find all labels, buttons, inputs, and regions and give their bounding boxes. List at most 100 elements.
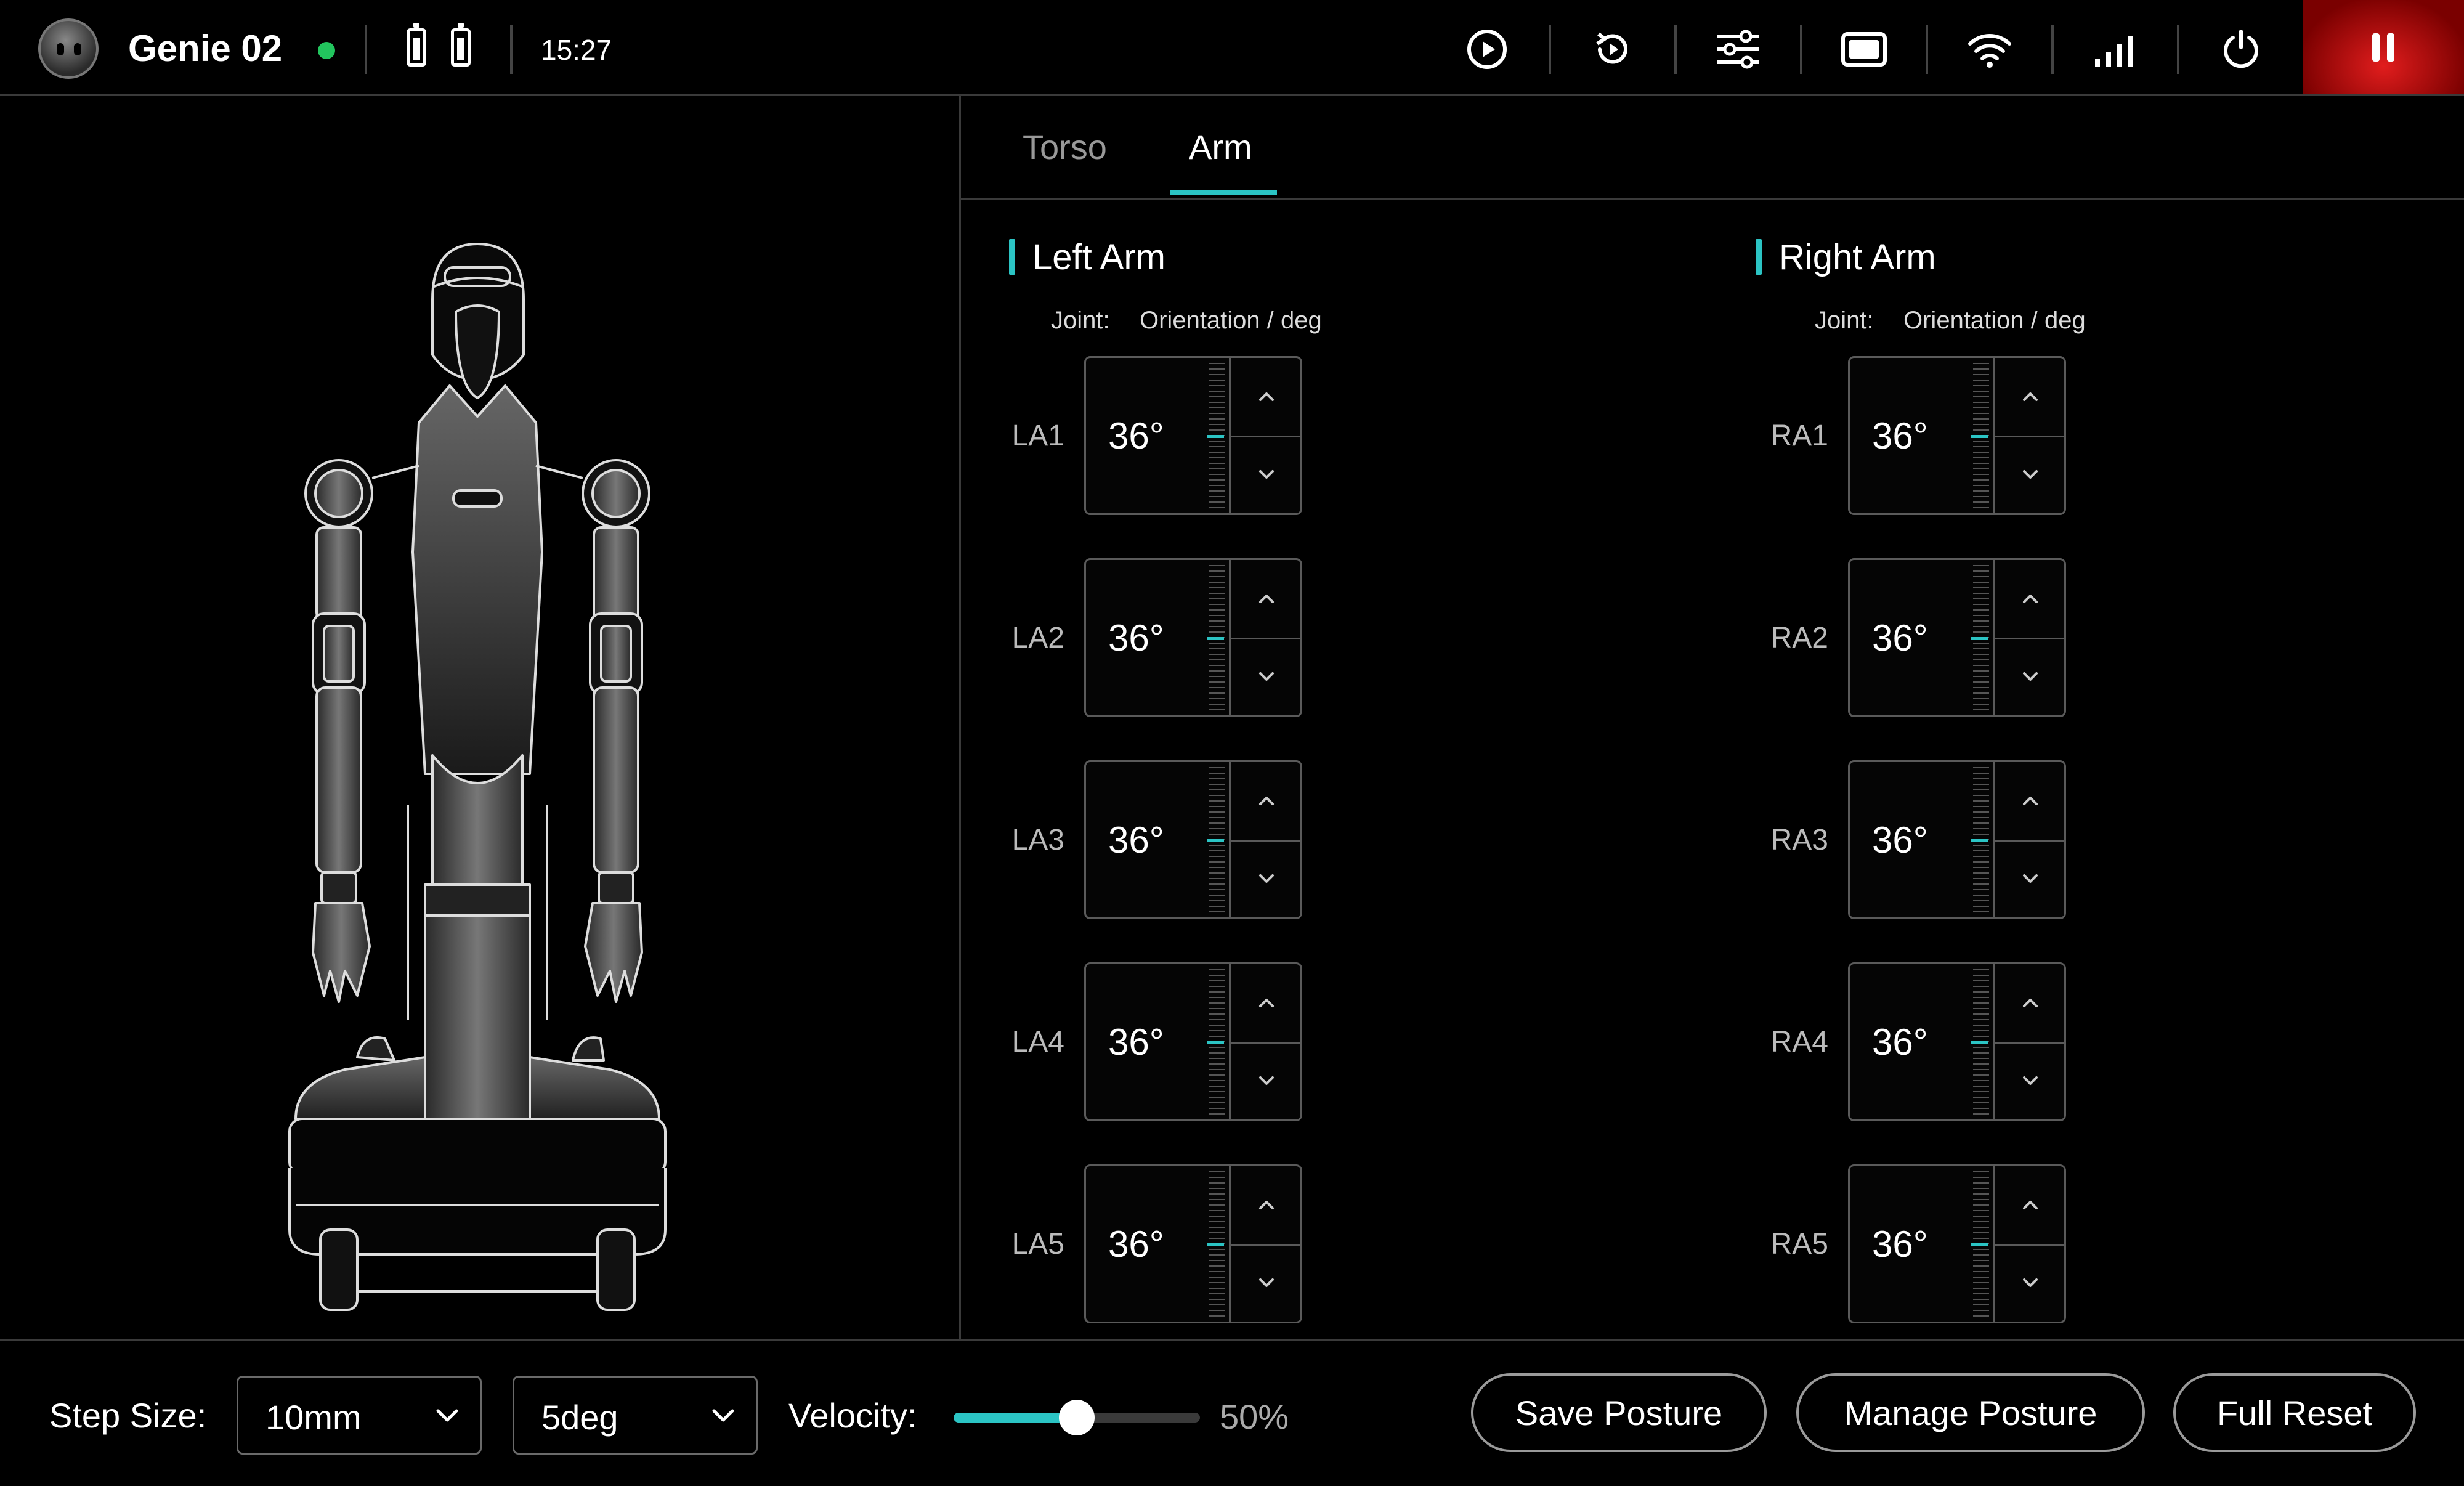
decrement-button[interactable] [1231, 437, 1302, 514]
angle-ruler-indicator [1971, 435, 1988, 438]
chevron-down-icon [1254, 1068, 1279, 1096]
decrement-button[interactable] [1995, 437, 2066, 514]
step-angular-value: 5deg [541, 1398, 618, 1437]
manage-posture-button[interactable]: Manage Posture [1796, 1373, 2145, 1452]
left-arm-title: Left Arm [1032, 237, 1165, 277]
joint-angle-control[interactable]: 36° [1848, 962, 2066, 1121]
divider [1926, 25, 1928, 74]
joint-angle-control[interactable]: 36° [1848, 356, 2066, 515]
increment-button[interactable] [1231, 561, 1302, 638]
chevron-down-icon [712, 1409, 734, 1422]
joint-angle-control[interactable]: 36° [1084, 760, 1302, 919]
play-icon[interactable] [1462, 25, 1512, 74]
angle-ruler-indicator [1971, 637, 1988, 640]
full-reset-button[interactable]: Full Reset [2173, 1373, 2416, 1452]
step-linear-select[interactable]: 10mm [237, 1376, 482, 1455]
joint-angle-control[interactable]: 36° [1848, 760, 2066, 919]
decrement-button[interactable] [1995, 1044, 2066, 1120]
joint-angle-control[interactable]: 36° [1848, 558, 2066, 717]
tab-bar: Torso Arm [961, 96, 2464, 200]
increment-button[interactable] [1995, 1167, 2066, 1244]
chevron-up-icon [2018, 586, 2043, 614]
increment-button[interactable] [1995, 359, 2066, 436]
joint-label: LA1 [1011, 420, 1064, 452]
robot-logo-icon [38, 18, 99, 79]
tab-torso[interactable]: Torso [1023, 127, 1107, 167]
clock: 15:27 [541, 34, 612, 66]
angle-ruler-indicator [1971, 1243, 1988, 1246]
replay-icon[interactable] [1588, 25, 1637, 74]
joint-label: LA3 [1011, 824, 1064, 856]
pause-button[interactable] [2303, 0, 2464, 94]
tab-arm[interactable]: Arm [1189, 127, 1252, 167]
joint-angle-control[interactable]: 36° [1848, 1164, 2066, 1323]
battery-icon [407, 23, 426, 67]
increment-button[interactable] [1231, 763, 1302, 840]
angle-ruler-indicator [1207, 1041, 1224, 1044]
chevron-up-icon [2018, 384, 2043, 412]
increment-button[interactable] [1231, 965, 1302, 1042]
chevron-down-icon [1254, 462, 1279, 490]
save-posture-button[interactable]: Save Posture [1471, 1373, 1767, 1452]
joint-label: LA2 [1011, 622, 1064, 654]
power-icon[interactable] [2216, 25, 2266, 74]
increment-button[interactable] [1995, 763, 2066, 840]
decrement-button[interactable] [1231, 1044, 1302, 1120]
divider [1800, 25, 1802, 74]
angle-ruler-indicator [1207, 435, 1224, 438]
velocity-value: 50% [1220, 1397, 1289, 1436]
increment-button[interactable] [1995, 965, 2066, 1042]
screen-icon[interactable] [1839, 25, 1889, 74]
increment-button[interactable] [1995, 561, 2066, 638]
chevron-up-icon [1254, 586, 1279, 614]
chevron-down-icon [436, 1409, 458, 1422]
joint-angle-value: 36° [1872, 617, 1928, 659]
step-angular-select[interactable]: 5deg [513, 1376, 758, 1455]
wifi-icon[interactable] [1965, 25, 2014, 74]
divider [510, 25, 513, 74]
divider [1549, 25, 1551, 74]
decrement-button[interactable] [1231, 1246, 1302, 1322]
angle-ruler-indicator [1971, 1041, 1988, 1044]
angle-ruler-indicator [1971, 839, 1988, 842]
velocity-slider-thumb[interactable] [1059, 1400, 1095, 1435]
device-name: Genie 02 [128, 28, 283, 69]
chevron-down-icon [2018, 1068, 2043, 1096]
pause-icon [2372, 33, 2394, 62]
sliders-icon[interactable] [1714, 25, 1763, 74]
joint-angle-control[interactable]: 36° [1084, 356, 1302, 515]
chevron-down-icon [2018, 1270, 2043, 1298]
bottom-bar: Step Size: 10mm 5deg Velocity: 50% Save … [0, 1339, 2464, 1486]
decrement-button[interactable] [1995, 639, 2066, 716]
joint-angle-value: 36° [1872, 819, 1928, 861]
decrement-button[interactable] [1995, 842, 2066, 918]
section-accent-bar [1009, 239, 1015, 275]
robot-view-panel [0, 96, 961, 1339]
step-size-label: Step Size: [49, 1396, 207, 1435]
joint-angle-value: 36° [1108, 415, 1164, 457]
increment-button[interactable] [1231, 359, 1302, 436]
chevron-down-icon [1254, 866, 1279, 894]
chevron-up-icon [2018, 1192, 2043, 1220]
angle-ruler-indicator [1207, 637, 1224, 640]
step-linear-value: 10mm [265, 1398, 362, 1437]
connection-status-dot [318, 42, 335, 59]
joint-angle-value: 36° [1108, 617, 1164, 659]
robot-illustration [288, 243, 667, 1311]
divider [1674, 25, 1677, 74]
chevron-down-icon [1254, 1270, 1279, 1298]
decrement-button[interactable] [1231, 842, 1302, 918]
joint-angle-control[interactable]: 36° [1084, 558, 1302, 717]
joint-angle-value: 36° [1872, 1021, 1928, 1063]
orientation-column-header: Orientation / deg [1140, 307, 1322, 334]
chevron-down-icon [2018, 664, 2043, 692]
joint-label: RA2 [1770, 622, 1828, 654]
joint-angle-control[interactable]: 36° [1084, 962, 1302, 1121]
decrement-button[interactable] [1995, 1246, 2066, 1322]
right-arm-title: Right Arm [1779, 237, 1936, 277]
angle-ruler-indicator [1207, 839, 1224, 842]
joint-angle-control[interactable]: 36° [1084, 1164, 1302, 1323]
velocity-label: Velocity: [788, 1396, 917, 1435]
increment-button[interactable] [1231, 1167, 1302, 1244]
decrement-button[interactable] [1231, 639, 1302, 716]
